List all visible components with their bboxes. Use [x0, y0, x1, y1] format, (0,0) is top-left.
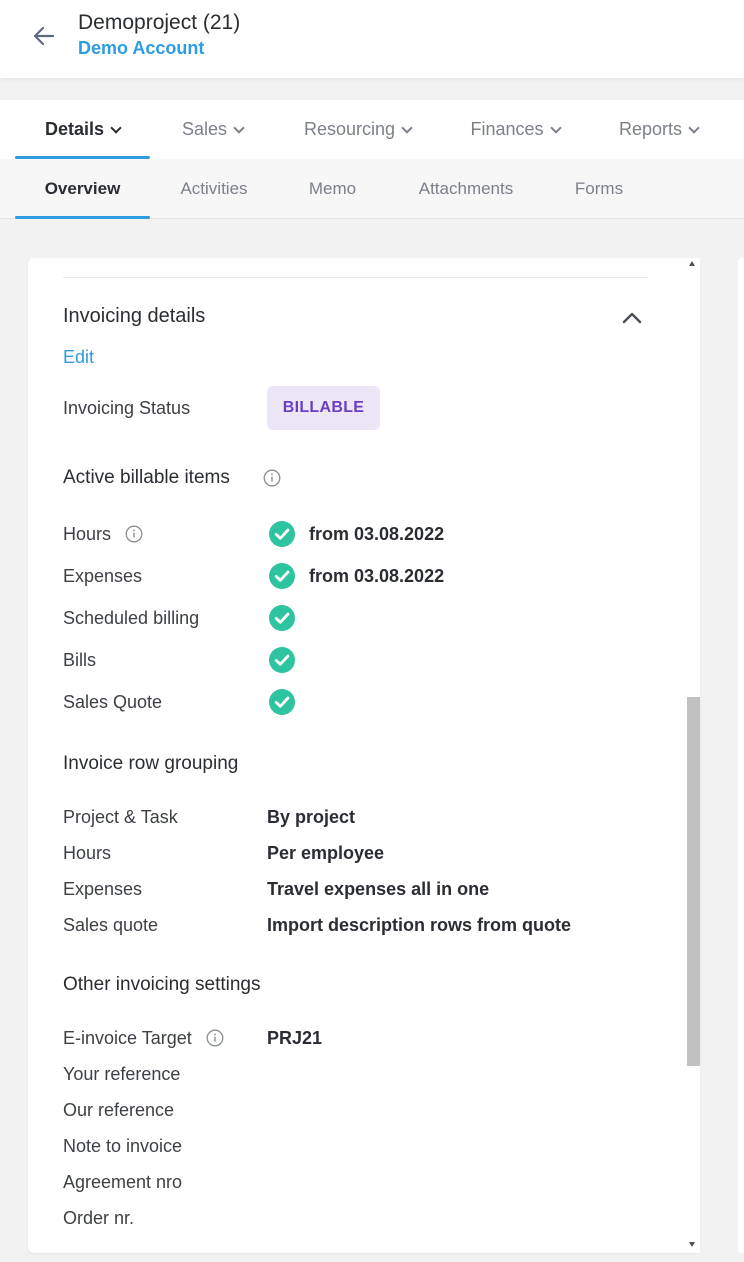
tab-finances[interactable]: Finances: [450, 100, 580, 159]
subtab-overview[interactable]: Overview: [15, 159, 150, 219]
billable-row-label: Scheduled billing: [63, 608, 200, 628]
chevron-down-icon: [110, 121, 122, 134]
chevron-down-icon: [401, 121, 413, 134]
chevron-down-icon: [688, 121, 700, 134]
grouping-row-label: Sales quote: [63, 915, 159, 935]
grouping-row-value: Import description rows from quote: [267, 915, 572, 935]
chevron-down-icon: [549, 121, 562, 134]
tab-details[interactable]: Details: [15, 100, 150, 159]
tab-reports[interactable]: Reports: [596, 100, 721, 159]
tab-label: Finances: [470, 119, 544, 139]
chevron-down-icon: [233, 121, 245, 134]
tab-resourcing[interactable]: Resourcing: [285, 100, 430, 159]
edit-link[interactable]: Edit: [63, 347, 94, 368]
billable-row-value: from 03.08.2022: [309, 566, 445, 586]
scrollbar-thumb[interactable]: [687, 697, 700, 1066]
other-row-label: E-invoice Target: [63, 1028, 192, 1048]
billable-row-label: Expenses: [63, 566, 143, 586]
subtab-memo[interactable]: Memo: [290, 159, 375, 219]
other-row-value: PRJ21: [267, 1028, 323, 1048]
other-row-label: Our reference: [63, 1100, 175, 1120]
section-title: Invoicing details: [63, 305, 206, 327]
status-badge: BILLABLE: [267, 386, 380, 430]
grouping-row-label: Expenses: [63, 879, 143, 899]
grouping-row-value: By project: [267, 807, 356, 827]
scrollbar[interactable]: [686, 258, 700, 1253]
chevron-up-icon: [622, 312, 642, 324]
divider: [63, 277, 648, 278]
info-icon[interactable]: [125, 525, 143, 543]
main-tabs: Details Sales Resourcing Finances Report…: [0, 100, 744, 159]
tab-label: Reports: [618, 119, 683, 139]
scroll-up-arrow-icon[interactable]: [689, 261, 695, 266]
check-circle-icon: [269, 563, 295, 589]
other-settings-title: Other invoicing settings: [63, 974, 261, 995]
collapse-button[interactable]: [618, 306, 646, 330]
active-billable-title: Active billable items: [63, 467, 230, 488]
info-icon[interactable]: [206, 1029, 224, 1047]
grouping-row-value: Per employee: [267, 843, 385, 863]
account-link[interactable]: Demo Account: [78, 38, 204, 59]
tab-label: Details: [44, 119, 105, 139]
billable-row-label: Hours: [63, 524, 112, 544]
subtab-attachments[interactable]: Attachments: [405, 159, 527, 219]
invoicing-details-card: Invoicing details Edit Invoicing Status …: [28, 258, 700, 1253]
tab-label: Resourcing: [303, 119, 396, 139]
project-title: Demoproject (21): [78, 11, 241, 34]
tab-sales[interactable]: Sales: [160, 100, 265, 159]
billable-row-label: Bills: [63, 650, 97, 670]
back-button[interactable]: [28, 20, 60, 52]
check-circle-icon: [269, 521, 295, 547]
sub-tabs: Overview Activities Memo Attachments For…: [0, 159, 744, 219]
other-row-label: Order nr.: [63, 1208, 135, 1228]
grouping-title: Invoice row grouping: [63, 753, 239, 774]
adjacent-panel-edge: [738, 258, 744, 1253]
grouping-row-value: Travel expenses all in one: [267, 879, 490, 899]
subtab-activities[interactable]: Activities: [160, 159, 268, 219]
invoicing-status-label: Invoicing Status: [63, 398, 191, 418]
app-header: Demoproject (21) Demo Account: [0, 0, 744, 78]
check-circle-icon: [269, 647, 295, 673]
info-icon[interactable]: [263, 469, 281, 487]
grouping-row-label: Project & Task: [63, 807, 178, 827]
billable-row-label: Sales Quote: [63, 692, 163, 712]
billable-row-value: from 03.08.2022: [309, 524, 445, 544]
other-row-label: Agreement nro: [63, 1172, 183, 1192]
subtab-forms[interactable]: Forms: [560, 159, 638, 219]
tab-label: Sales: [181, 119, 228, 139]
grouping-row-label: Hours: [63, 843, 112, 863]
back-arrow-icon: [33, 26, 55, 46]
check-circle-icon: [269, 689, 295, 715]
scroll-down-arrow-icon[interactable]: [689, 1242, 695, 1247]
other-row-label: Your reference: [63, 1064, 181, 1084]
other-row-label: Note to invoice: [63, 1136, 183, 1156]
check-circle-icon: [269, 605, 295, 631]
